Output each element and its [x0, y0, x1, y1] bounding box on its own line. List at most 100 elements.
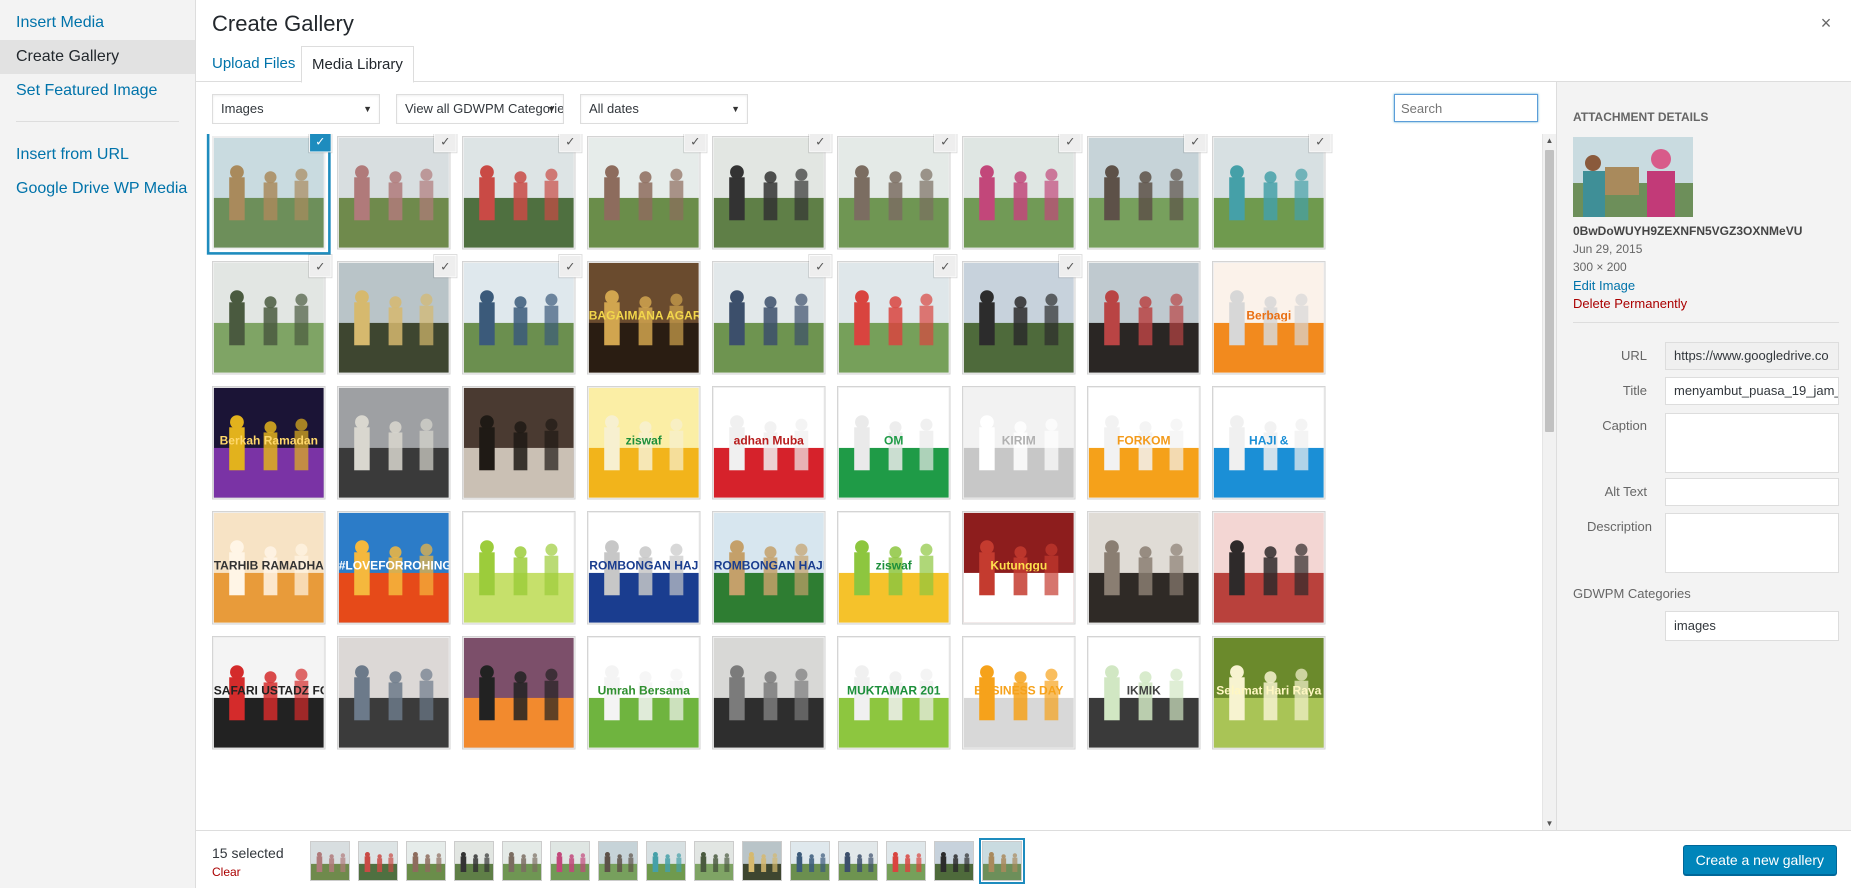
attachment-item[interactable] [337, 386, 451, 500]
attachment-item[interactable]: BUSINESS DAY [962, 636, 1076, 750]
check-icon[interactable]: ✓ [310, 134, 331, 152]
attachment-item[interactable]: ✓ [962, 134, 1081, 250]
attachment-item[interactable]: TARHIB RAMADHAN [212, 511, 326, 625]
attachment-item[interactable]: ✓ [837, 134, 956, 250]
check-icon[interactable]: ✓ [1060, 134, 1081, 152]
attachment-item[interactable] [337, 636, 451, 750]
close-icon[interactable]: × [1813, 10, 1839, 36]
attachment-item[interactable]: BAGAIMANA AGAR HIDUP [587, 261, 701, 375]
attachment-item[interactable]: Berbagi [1212, 261, 1326, 375]
attachment-item[interactable] [1087, 511, 1201, 625]
menu-item-google-drive-wp-media[interactable]: Google Drive WP Media [0, 172, 195, 206]
attachment-item[interactable]: ✓ [837, 255, 956, 375]
check-icon[interactable]: ✓ [1310, 134, 1331, 152]
create-gallery-button[interactable]: Create a new gallery [1682, 845, 1837, 875]
selected-thumbnail[interactable] [310, 841, 350, 881]
selected-thumbnail[interactable] [694, 841, 734, 881]
category-filter-select[interactable]: View all GDWPM Categories ▼ [396, 94, 564, 124]
selected-thumbnail[interactable] [454, 841, 494, 881]
attachment-item[interactable]: KIRIM [962, 386, 1076, 500]
attachment-item[interactable]: Berkah Ramadan [212, 386, 326, 500]
attachment-item[interactable]: ✓ [462, 255, 581, 375]
alt-text-field[interactable] [1665, 478, 1839, 506]
attachment-item[interactable]: ✓ [1087, 134, 1206, 250]
attachment-item[interactable]: #LOVEFORROHINGYA [337, 511, 451, 625]
selected-thumbnail[interactable] [358, 841, 398, 881]
attachment-item[interactable] [462, 386, 576, 500]
attachment-item[interactable] [462, 511, 576, 625]
attachment-item[interactable]: IKMIK [1087, 636, 1201, 750]
attachment-item[interactable]: ✓ [337, 255, 456, 375]
attachment-item[interactable]: ✓ [462, 134, 581, 250]
check-icon[interactable]: ✓ [560, 255, 581, 277]
gdwpm-categories-field[interactable]: images [1665, 611, 1839, 641]
scroll-up-icon[interactable]: ▲ [1543, 134, 1556, 148]
check-icon[interactable]: ✓ [935, 134, 956, 152]
selected-thumbnail[interactable] [934, 841, 974, 881]
menu-item-insert-from-url[interactable]: Insert from URL [0, 138, 195, 172]
selected-thumbnail[interactable] [646, 841, 686, 881]
check-icon[interactable]: ✓ [935, 255, 956, 277]
attachment-item[interactable] [462, 636, 576, 750]
attachment-item[interactable] [1087, 261, 1201, 375]
grid-scrollbar[interactable]: ▲ ▼ [1542, 134, 1556, 831]
check-icon[interactable]: ✓ [810, 134, 831, 152]
attachment-item[interactable]: MUKTAMAR 201 [837, 636, 951, 750]
attachment-item[interactable]: FORKOM [1087, 386, 1201, 500]
attachment-item[interactable]: Umrah Bersama [587, 636, 701, 750]
clear-selection-link[interactable]: Clear [212, 865, 241, 879]
search-input[interactable] [1394, 94, 1538, 122]
delete-permanently-link[interactable]: Delete Permanently [1573, 296, 1687, 311]
scroll-down-icon[interactable]: ▼ [1543, 817, 1556, 831]
attachment-item[interactable]: HAJI & [1212, 386, 1326, 500]
selected-thumbnail[interactable] [982, 841, 1022, 881]
date-filter-select[interactable]: All dates ▼ [580, 94, 748, 124]
attachment-item[interactable] [1212, 511, 1326, 625]
attachment-item[interactable]: ✓ [1212, 134, 1331, 250]
selected-thumbnail[interactable] [886, 841, 926, 881]
selected-thumbnail[interactable] [502, 841, 542, 881]
selected-thumbnail[interactable] [838, 841, 878, 881]
check-icon[interactable]: ✓ [435, 134, 456, 152]
attachment-item[interactable]: ✓ [212, 134, 331, 250]
selected-thumbnail[interactable] [550, 841, 590, 881]
check-icon[interactable]: ✓ [685, 134, 706, 152]
attachment-item[interactable] [712, 636, 826, 750]
selected-thumbnail[interactable] [406, 841, 446, 881]
selected-thumbnail[interactable] [598, 841, 638, 881]
attachment-item[interactable]: ziswaf [587, 386, 701, 500]
attachment-item[interactable]: OM [837, 386, 951, 500]
title-field[interactable]: menyambut_puasa_19_jam_ [1665, 377, 1839, 405]
check-icon[interactable]: ✓ [810, 255, 831, 277]
tab-upload-files[interactable]: Upload Files [202, 46, 305, 83]
attachment-item[interactable]: ✓ [712, 255, 831, 375]
check-icon[interactable]: ✓ [310, 255, 331, 277]
attachment-item[interactable]: adhan Muba [712, 386, 826, 500]
attachment-item[interactable]: ✓ [587, 134, 706, 250]
attachment-item[interactable]: Kutunggu [962, 511, 1076, 625]
menu-item-create-gallery[interactable]: Create Gallery [0, 40, 195, 74]
type-filter-select[interactable]: Images ▼ [212, 94, 380, 124]
edit-image-link[interactable]: Edit Image [1573, 278, 1635, 293]
attachment-item[interactable]: SAFARI USTADZ FORKOM [212, 636, 326, 750]
attachment-item[interactable]: ✓ [212, 255, 331, 375]
description-field[interactable] [1665, 513, 1839, 573]
caption-field[interactable] [1665, 413, 1839, 473]
menu-item-set-featured-image[interactable]: Set Featured Image [0, 74, 195, 108]
attachment-item[interactable]: ziswaf [837, 511, 951, 625]
selected-thumbnail[interactable] [790, 841, 830, 881]
tab-media-library[interactable]: Media Library [301, 46, 414, 83]
attachment-item[interactable]: ✓ [337, 134, 456, 250]
attachment-item[interactable]: ✓ [712, 134, 831, 250]
selected-thumbnail[interactable] [742, 841, 782, 881]
check-icon[interactable]: ✓ [560, 134, 581, 152]
scrollbar-thumb[interactable] [1545, 150, 1554, 432]
check-icon[interactable]: ✓ [435, 255, 456, 277]
check-icon[interactable]: ✓ [1060, 255, 1081, 277]
menu-item-insert-media[interactable]: Insert Media [0, 6, 195, 40]
attachment-item[interactable]: Selamat Hari Raya [1212, 636, 1326, 750]
attachment-item[interactable]: ROMBONGAN HAJ [587, 511, 701, 625]
attachment-item[interactable]: ROMBONGAN HAJI [712, 511, 826, 625]
attachment-item[interactable]: ✓ [962, 255, 1081, 375]
check-icon[interactable]: ✓ [1185, 134, 1206, 152]
